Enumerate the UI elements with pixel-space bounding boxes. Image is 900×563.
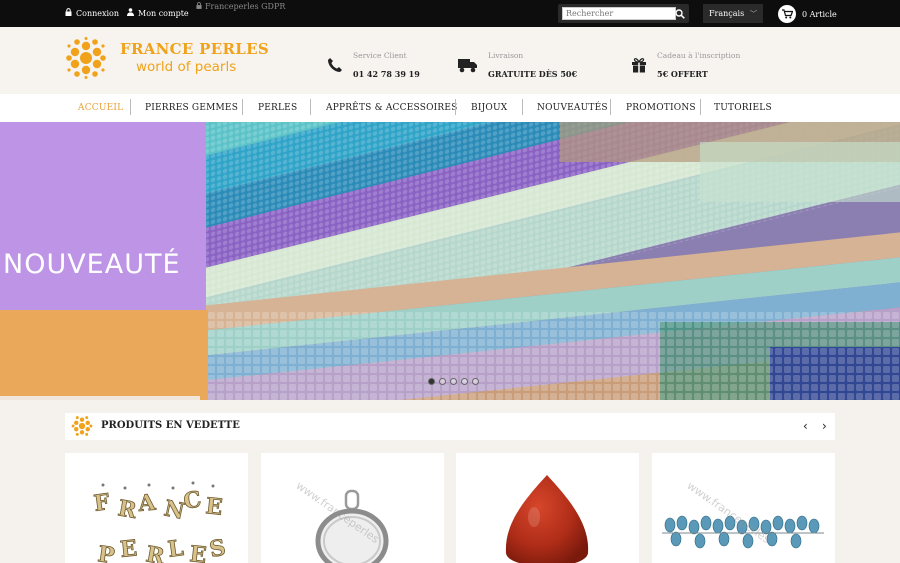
truck-icon [458,59,477,73]
pearls-logo-icon [71,416,93,436]
gift-icon [632,58,646,73]
nav-divider [700,99,701,115]
search-input[interactable] [562,7,676,20]
svg-text:A: A [136,490,157,518]
service-title: Service Client [353,51,407,60]
nav-divider [522,99,523,115]
brand-tagline: world of pearls [136,58,237,75]
nav-divider [610,99,611,115]
gdpr-label: Franceperles GDPR [205,2,286,11]
delivery-title: Livraison [488,51,524,60]
featured-products-header: PRODUITS EN VEDETTE ‹ › [65,413,835,440]
nav-item-tutoriels[interactable]: TUTORIELS [714,94,772,122]
site-header: FRANCE PERLES world of pearls Service Cl… [0,27,900,94]
login-link[interactable]: Connexion [65,8,119,18]
nav-item-pierres-gemmes[interactable]: PIERRES GEMMES [145,94,238,122]
svg-text:S: S [208,535,228,563]
hero-slider[interactable]: NOUVEAUTÉ [0,122,900,400]
product-card[interactable]: www.franceperles [261,453,444,563]
svg-text:P: P [96,541,116,563]
user-icon [127,8,134,18]
gift-value: 5€ OFFERT [657,69,708,79]
nav-divider [310,99,311,115]
search-icon [674,8,685,19]
svg-text:L: L [166,535,185,563]
red-jasper-drop-image [505,475,589,563]
nav-item-perles[interactable]: PERLES [258,94,297,122]
account-label: Mon compte [138,8,189,18]
slider-dot[interactable] [428,378,435,385]
nav-divider [130,99,131,115]
gift-title: Cadeau à l'inscription [657,51,741,60]
search-box [558,4,689,23]
slider-dot[interactable] [450,378,457,385]
slider-dots [428,378,479,385]
slider-dot[interactable] [461,378,468,385]
cart-link[interactable]: 0 Article [778,5,837,23]
nav-item-promotions[interactable]: PROMOTIONS [626,94,696,122]
blue-crystal-beads-image [662,515,824,549]
section-title: PRODUITS EN VEDETTE [101,420,240,431]
language-select[interactable]: Français ﹀ [703,4,763,23]
chevron-down-icon: ﹀ [750,10,757,18]
account-link[interactable]: Mon compte [127,8,189,18]
svg-text:R: R [144,541,167,563]
signup-gift-info: Cadeau à l'inscription 5€ OFFERT [631,51,740,79]
pearls-logo-icon [66,37,106,79]
product-card[interactable] [456,453,639,563]
svg-text:E: E [188,541,207,563]
service-value: 01 42 78 39 19 [353,69,420,79]
cart-label: 0 Article [802,9,837,19]
language-value: Français [709,9,745,18]
lock-icon [196,2,202,11]
svg-text:E: E [204,493,223,521]
nav-divider [455,99,456,115]
delivery-value: GRATUITE DÈS 50€ [488,69,578,79]
hero-orange-panel [0,310,208,400]
main-nav: ACCUEIL PIERRES GEMMES PERLES APPRÊTS & … [0,94,900,122]
search-button[interactable] [672,6,687,21]
nav-item-nouveautes[interactable]: NOUVEAUTÉS [537,94,608,122]
phone-icon [328,58,342,72]
round-pendant-image [315,489,389,563]
product-card[interactable]: www.franceperles [652,453,835,563]
slider-dot[interactable] [439,378,446,385]
nav-item-bijoux[interactable]: BIJOUX [471,94,507,122]
hero-strip [0,396,200,400]
svg-text:E: E [119,535,138,563]
nav-divider [242,99,243,115]
nav-item-apprets[interactable]: APPRÊTS & ACCESSOIRES [326,94,458,122]
lock-icon [65,8,72,18]
site-logo[interactable]: FRANCE PERLES world of pearls [66,37,269,79]
customer-service-info: Service Client 01 42 78 39 19 [327,51,420,79]
chevron-right-icon[interactable]: › [822,419,827,433]
svg-text:F: F [92,489,111,517]
delivery-info: Livraison GRATUITE DÈS 50€ [458,51,577,79]
cart-icon [778,5,796,23]
slider-dot[interactable] [472,378,479,385]
gdpr-link[interactable]: Franceperles GDPR [196,2,285,11]
svg-text:R: R [116,495,139,524]
login-label: Connexion [76,8,120,18]
hero-headline: NOUVEAUTÉ [3,249,181,280]
hero-violet-panel [0,122,206,310]
chevron-left-icon[interactable]: ‹ [803,419,808,433]
brand-name: FRANCE PERLES [120,40,269,59]
nav-item-accueil[interactable]: ACCUEIL [78,94,123,122]
letter-charms-image: F R A N C E P E R L E S [92,481,228,563]
top-bar: Connexion Mon compte Franceperles GDPR F… [0,0,900,27]
svg-text:C: C [182,486,204,515]
product-card[interactable]: F R A N C E P E R L E S [65,453,248,563]
